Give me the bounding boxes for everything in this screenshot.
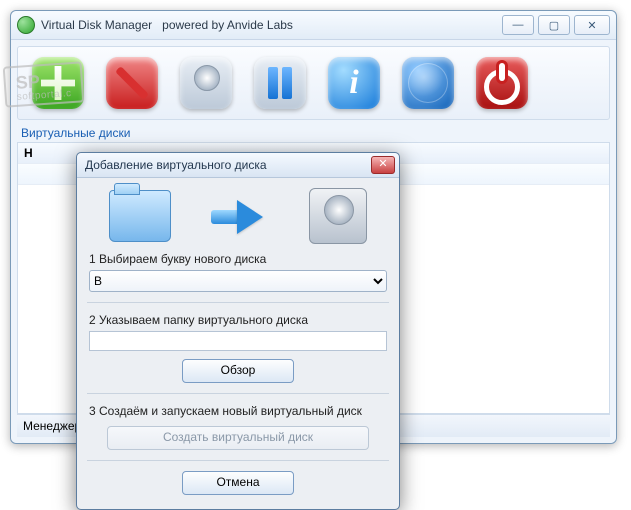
separator [87,460,389,461]
dialog-title: Добавление виртуального диска [85,158,267,172]
minimize-button[interactable]: — [502,15,534,35]
titlebar[interactable]: Virtual Disk Manager powered by Anvide L… [11,11,616,40]
browse-button[interactable]: Обзор [182,359,294,383]
separator [87,302,389,303]
create-disk-button[interactable]: Создать виртуальный диск [107,426,369,450]
step3-label: 3 Создаём и запускаем новый виртуальный … [89,404,387,418]
power-button[interactable] [472,53,532,113]
drive-letter-select[interactable]: B [89,270,387,292]
pause-button[interactable] [250,53,310,113]
add-disk-dialog: Добавление виртуального диска ✕ 1 Выбира… [76,152,400,510]
folder-icon [109,190,171,242]
section-label: Виртуальные диски [17,120,610,142]
close-button[interactable]: ✕ [574,15,610,35]
maximize-button[interactable]: ▢ [538,15,570,35]
toolbar: i [17,46,610,120]
dialog-close-button[interactable]: ✕ [371,156,395,174]
arrow-right-icon [211,196,269,236]
remove-disk-button[interactable] [102,53,162,113]
step2-label: 2 Указываем папку виртуального диска [89,313,387,327]
window-title: Virtual Disk Manager powered by Anvide L… [41,18,293,32]
dialog-titlebar[interactable]: Добавление виртуального диска ✕ [77,153,399,178]
add-disk-button[interactable] [28,53,88,113]
step1-label: 1 Выбираем букву нового диска [89,252,387,266]
web-button[interactable] [398,53,458,113]
info-button[interactable]: i [324,53,384,113]
mount-disk-button[interactable] [176,53,236,113]
cancel-button[interactable]: Отмена [182,471,294,495]
folder-path-input[interactable] [89,331,387,351]
drive-icon [309,188,367,244]
app-icon [17,16,35,34]
separator [87,393,389,394]
